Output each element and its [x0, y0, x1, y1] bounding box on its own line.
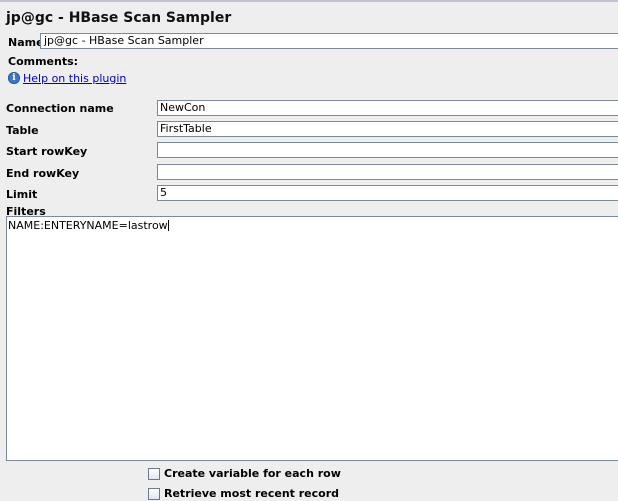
connection-name-label: Connection name	[6, 102, 114, 115]
end-rowkey-input[interactable]	[157, 164, 618, 180]
limit-label: Limit	[6, 188, 38, 201]
sampler-title: jp@gc - HBase Scan Sampler	[6, 10, 232, 26]
retrieve-recent-option[interactable]: Retrieve most recent record	[148, 487, 339, 500]
limit-input[interactable]: 5	[157, 185, 618, 201]
comments-label: Comments:	[8, 55, 79, 68]
filters-textarea[interactable]: NAME:ENTERYNAME=lastrow	[6, 216, 618, 461]
retrieve-recent-label: Retrieve most recent record	[164, 487, 340, 500]
create-variable-option[interactable]: Create variable for each row	[148, 467, 341, 480]
name-row: Name: jp@gc - HBase Scan Sampler	[6, 33, 618, 51]
text-caret	[167, 220, 169, 231]
name-input[interactable]: jp@gc - HBase Scan Sampler	[40, 33, 618, 49]
connection-name-input[interactable]: NewCon	[157, 100, 618, 116]
help-link-row[interactable]: i Help on this plugin	[8, 71, 126, 85]
create-variable-label: Create variable for each row	[164, 467, 341, 480]
end-rowkey-label: End rowKey	[6, 167, 80, 180]
table-label: Table	[6, 124, 39, 137]
start-rowkey-label: Start rowKey	[6, 145, 88, 158]
info-icon: i	[8, 72, 20, 84]
table-input[interactable]: FirstTable	[157, 121, 618, 137]
help-link[interactable]: Help on this plugin	[23, 72, 126, 85]
filters-text: NAME:ENTERYNAME=lastrow	[8, 219, 168, 232]
create-variable-checkbox[interactable]	[148, 467, 160, 480]
retrieve-recent-checkbox[interactable]	[148, 487, 160, 500]
top-border	[0, 0, 618, 2]
start-rowkey-input[interactable]	[157, 142, 618, 158]
